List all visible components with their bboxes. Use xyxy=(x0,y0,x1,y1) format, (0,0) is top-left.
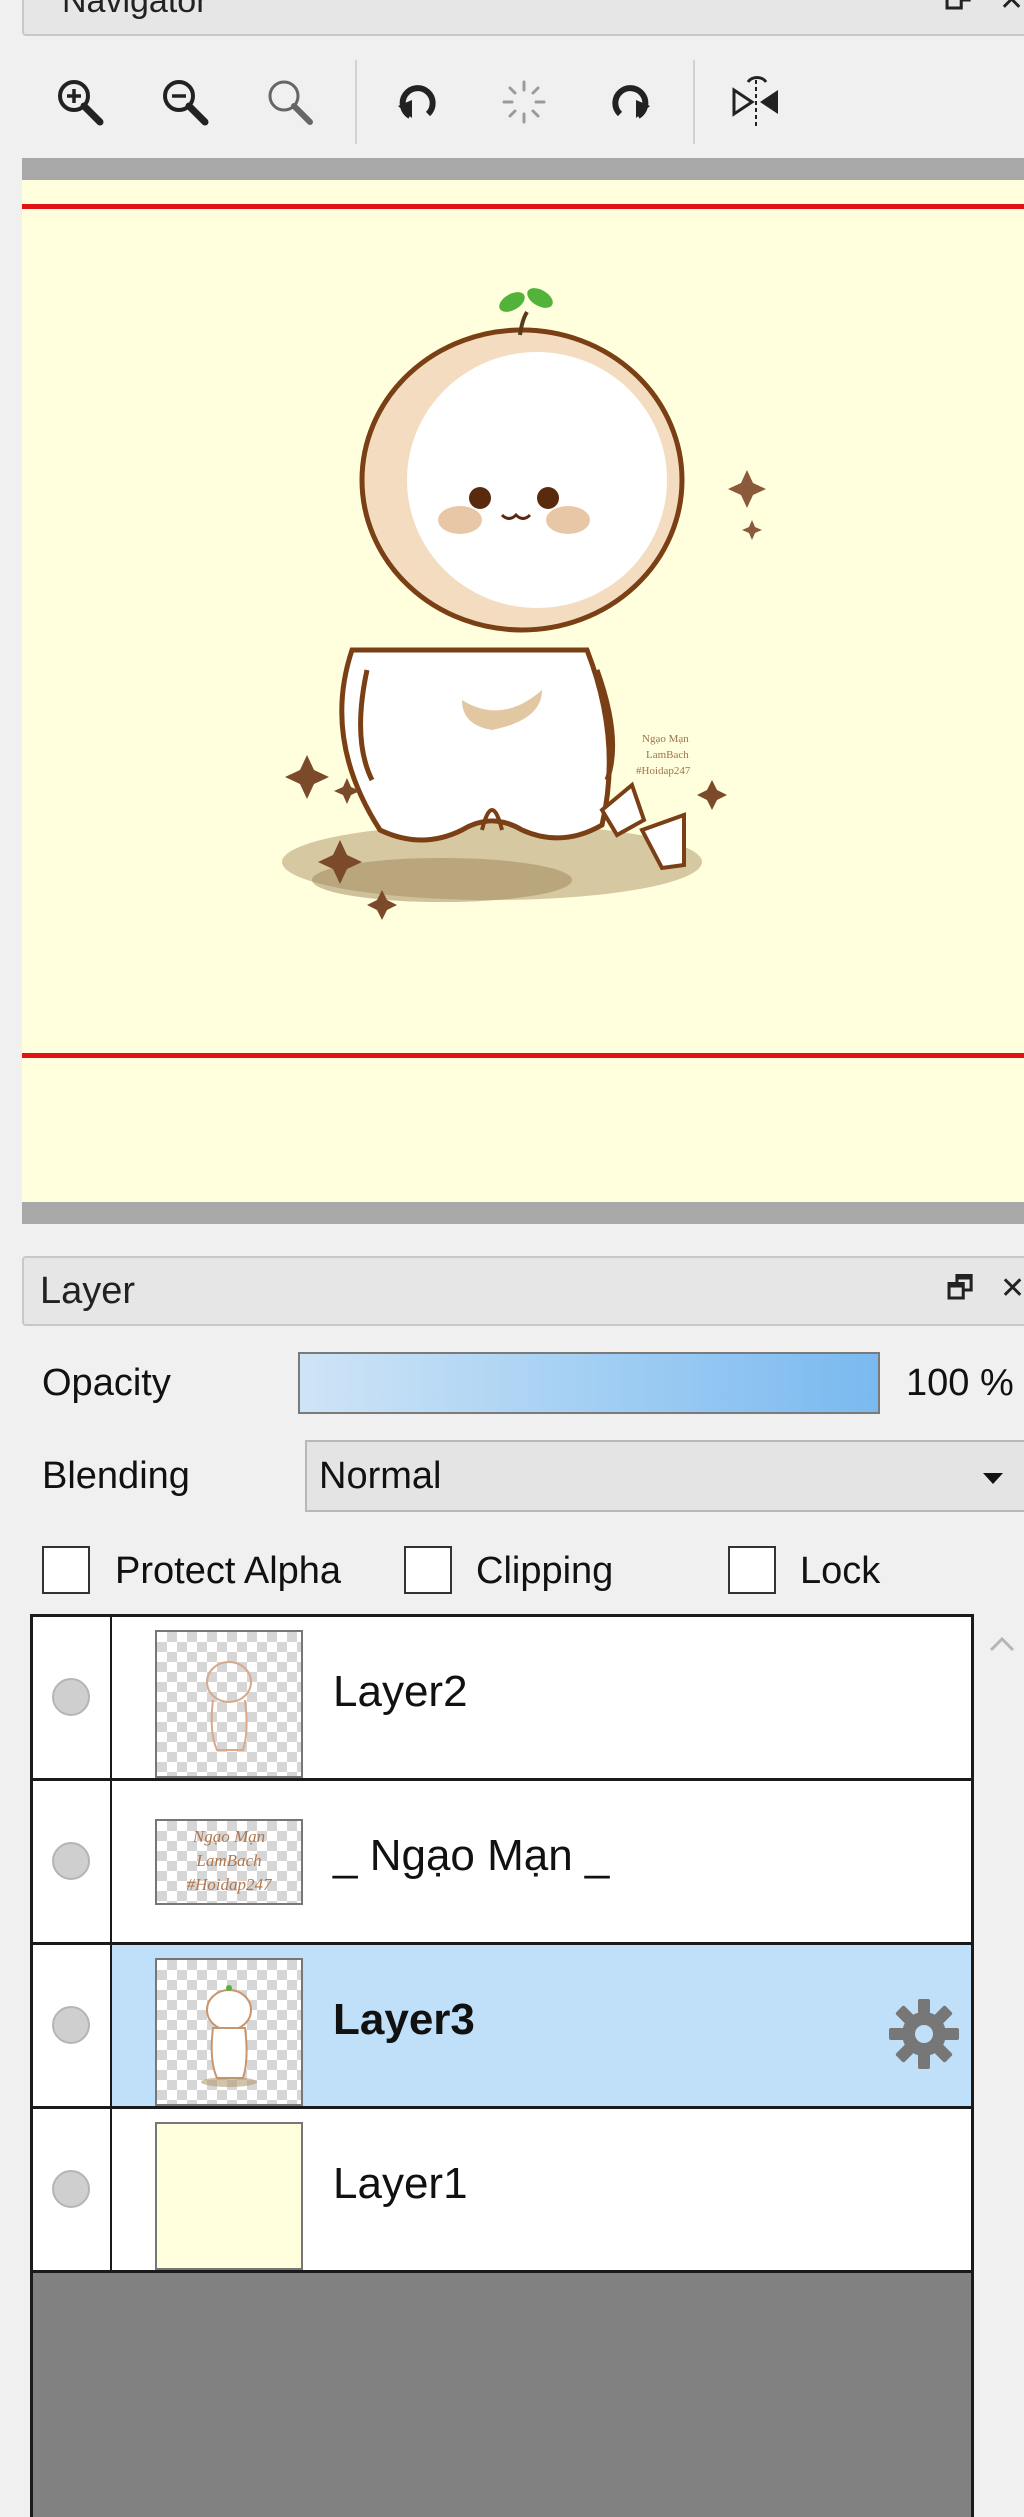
zoom-out-icon xyxy=(163,80,209,126)
layer-name: Layer1 xyxy=(333,2159,468,2208)
opacity-slider[interactable] xyxy=(298,1352,880,1414)
layer-list: Layer2 Ngạo Mạn LamBach #Hoidap247 _ Ngạ… xyxy=(30,1614,974,2517)
rotate-left-button[interactable] xyxy=(378,62,458,142)
navigator-title: Navigator xyxy=(62,0,208,20)
float-panel-icon[interactable]: 🗗 xyxy=(944,0,972,14)
layer-row-layer1[interactable]: Layer1 xyxy=(33,2109,971,2273)
layer-thumbnail xyxy=(155,1630,303,1778)
thumbnail-text-2: LamBach xyxy=(196,1851,262,1870)
rotate-reset-button[interactable] xyxy=(484,62,564,142)
navigator-scrollbar-bottom[interactable] xyxy=(22,1202,1024,1224)
rotate-right-button[interactable] xyxy=(590,62,670,142)
zoom-in-button[interactable] xyxy=(40,62,120,142)
visibility-toggle[interactable] xyxy=(52,2170,90,2208)
layer-thumbnail xyxy=(155,1958,303,2106)
rotate-left-icon xyxy=(398,85,436,119)
scroll-up-icon[interactable] xyxy=(988,1634,1016,1654)
visibility-toggle[interactable] xyxy=(52,1678,90,1716)
navigator-scrollbar-top[interactable] xyxy=(22,158,1024,180)
toolbar-separator xyxy=(355,60,357,144)
layer-panel-title: Layer xyxy=(40,1270,136,1312)
blending-value: Normal xyxy=(319,1455,442,1497)
chevron-down-icon xyxy=(983,1473,1003,1484)
zoom-out-button[interactable] xyxy=(145,62,225,142)
thumbnail-text-1: Ngạo Mạn xyxy=(192,1827,266,1846)
layer-thumbnail xyxy=(155,2122,303,2270)
protect-alpha-label: Protect Alpha xyxy=(115,1550,342,1592)
opacity-value: 100 % xyxy=(906,1362,1014,1404)
navigator-title-bar: Navigator 🗗 ✕ xyxy=(22,0,1024,36)
character-illustration: Ngạo Mạn LamBach #Hoidap247 xyxy=(282,288,766,920)
flip-horizontal-icon xyxy=(732,76,778,126)
gear-icon[interactable] xyxy=(885,1995,963,2073)
layer-name: Layer3 xyxy=(333,1995,475,2044)
blending-label: Blending xyxy=(42,1455,190,1497)
lock-checkbox[interactable] xyxy=(728,1546,776,1594)
layer-row-layer2[interactable]: Layer2 xyxy=(33,1617,971,1781)
signature-line-3: #Hoidap247 xyxy=(636,765,691,777)
layer-name: _ Ngạo Mạn _ xyxy=(333,1831,610,1880)
zoom-reset-button[interactable] xyxy=(250,62,330,142)
zoom-reset-icon xyxy=(268,80,313,125)
close-panel-icon[interactable]: ✕ xyxy=(999,0,1024,16)
rotate-reset-icon xyxy=(502,80,546,124)
lock-label: Lock xyxy=(800,1550,881,1592)
flip-horizontal-button[interactable] xyxy=(716,62,796,142)
layer-row-ngao-man[interactable]: Ngạo Mạn LamBach #Hoidap247 _ Ngạo Mạn _ xyxy=(33,1781,971,1945)
layer-name: Layer2 xyxy=(333,1667,468,1716)
thumbnail-text-3: #Hoidap247 xyxy=(186,1875,272,1894)
opacity-label: Opacity xyxy=(42,1362,171,1404)
visibility-toggle[interactable] xyxy=(52,1842,90,1880)
close-panel-icon[interactable]: ✕ xyxy=(1000,1274,1024,1304)
zoom-in-icon xyxy=(58,80,104,126)
clipping-label: Clipping xyxy=(476,1550,614,1592)
layer-thumbnail: Ngạo Mạn LamBach #Hoidap247 xyxy=(155,1819,303,1905)
signature-line-2: LamBach xyxy=(646,749,689,761)
layer-row-layer3[interactable]: Layer3 xyxy=(33,1945,971,2109)
float-panel-icon[interactable]: 🗗 xyxy=(946,1274,974,1304)
toolbar-separator xyxy=(693,60,695,144)
layer-title-bar: Layer 🗗 ✕ xyxy=(22,1256,1024,1326)
rotate-right-icon xyxy=(612,85,650,119)
visibility-toggle[interactable] xyxy=(52,2006,90,2044)
protect-alpha-checkbox[interactable] xyxy=(42,1546,90,1594)
layer-list-scrollbar[interactable] xyxy=(976,1614,1024,2517)
clipping-checkbox[interactable] xyxy=(404,1546,452,1594)
navigator-canvas[interactable]: Ngạo Mạn LamBach #Hoidap247 xyxy=(22,180,1024,1202)
signature-line-1: Ngạo Mạn xyxy=(642,733,689,745)
blending-select[interactable]: Normal xyxy=(305,1440,1024,1512)
